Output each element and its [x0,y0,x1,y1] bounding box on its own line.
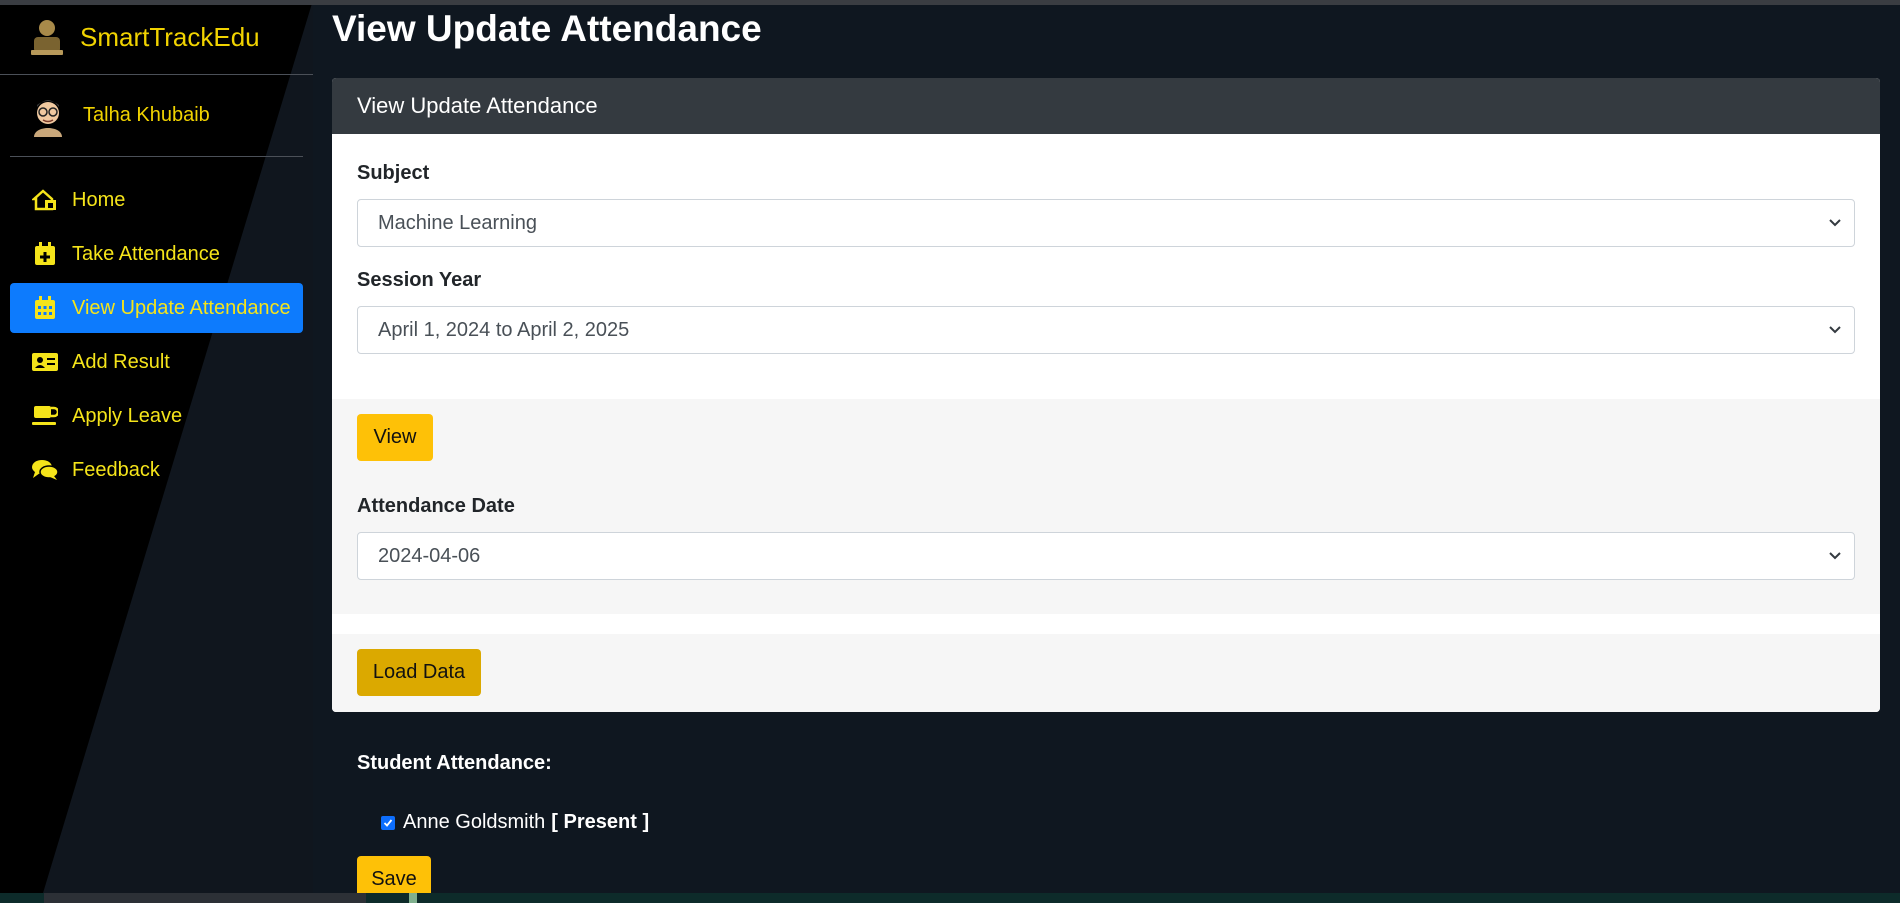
chevron-down-icon [1829,326,1841,334]
sidebar-item-take-attendance[interactable]: Take Attendance [10,229,303,279]
sidebar-item-label: Home [72,188,126,211]
card-title: View Update Attendance [332,78,1880,134]
sidebar-item-apply-leave[interactable]: Apply Leave [10,391,303,441]
taskbar-segment [409,893,417,903]
list-item: Anne Goldsmith [ Present ] [381,811,649,834]
taskbar-segment [44,893,366,903]
attendance-date-select[interactable]: 2024-04-06 [357,532,1855,580]
user-panel[interactable]: Talha Khubaib [10,75,303,157]
card-footer-view: View Attendance Date 2024-04-06 [332,399,1880,614]
user-name: Talha Khubaib [83,104,210,126]
brand-logo-icon [31,20,63,55]
card-footer-load: Load Data [332,634,1880,712]
view-button[interactable]: View [357,414,433,461]
calendar-plus-icon [32,241,58,267]
session-year-label: Session Year [357,269,482,291]
attendance-date-select-value: 2024-04-06 [378,544,481,567]
brand[interactable]: SmartTrackEdu [0,0,313,75]
coffee-cup-icon [32,403,58,429]
page-title: View Update Attendance [332,8,762,49]
student-status: [ Present ] [551,811,650,833]
home-icon [32,187,58,213]
sidebar-item-label: View Update Attendance [72,296,291,319]
sidebar: SmartTrackEdu Talha Khubaib Home Take At… [0,0,313,903]
sidebar-nav: Home Take Attendance View Update Attenda… [0,175,313,495]
avatar [34,99,62,137]
main-content: View Update Attendance View Update Atten… [313,0,1900,903]
attendance-date-label: Attendance Date [357,495,515,517]
sidebar-item-add-result[interactable]: Add Result [10,337,303,387]
sidebar-item-label: Add Result [72,350,170,373]
sidebar-item-feedback[interactable]: Feedback [10,445,303,495]
load-data-button[interactable]: Load Data [357,649,481,696]
student-checkbox[interactable] [381,815,395,830]
sidebar-item-label: Apply Leave [72,404,183,427]
attendance-card: View Update Attendance Subject Machine L… [332,78,1880,712]
chevron-down-icon [1829,219,1841,227]
id-card-icon [32,349,58,375]
calendar-icon [32,295,58,321]
session-year-select[interactable]: April 1, 2024 to April 2, 2025 [357,306,1855,354]
student-attendance-title: Student Attendance: [357,752,552,774]
chevron-down-icon [1829,552,1841,560]
sidebar-item-label: Feedback [72,458,160,481]
student-name: Anne Goldsmith [403,811,546,833]
checkmark-icon [383,818,393,827]
chat-bubbles-icon [32,457,58,483]
taskbar-strip [0,893,1900,903]
window-top-border [0,0,1900,5]
sidebar-item-label: Take Attendance [72,242,220,265]
student-attendance-section: Student Attendance: Anne Goldsmith [ Pre… [357,752,649,833]
sidebar-item-home[interactable]: Home [10,175,303,225]
subject-select[interactable]: Machine Learning [357,199,1855,247]
brand-name: SmartTrackEdu [80,21,260,52]
subject-label: Subject [357,162,430,184]
subject-select-value: Machine Learning [378,211,537,234]
session-year-select-value: April 1, 2024 to April 2, 2025 [378,318,630,341]
sidebar-item-view-update-attendance[interactable]: View Update Attendance [10,283,303,333]
